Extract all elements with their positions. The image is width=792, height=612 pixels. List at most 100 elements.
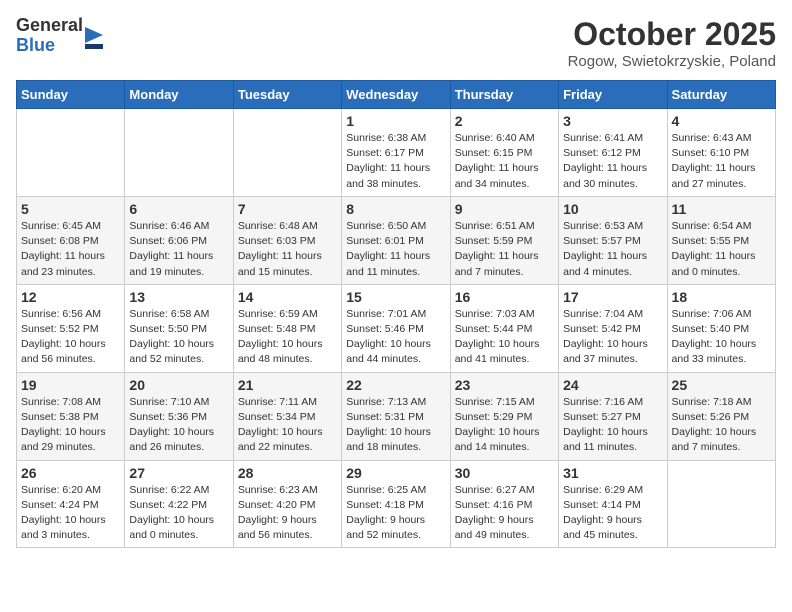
day-info: Sunrise: 6:40 AM Sunset: 6:15 PM Dayligh… xyxy=(455,131,554,192)
calendar-cell xyxy=(233,109,341,197)
day-number: 18 xyxy=(672,289,771,305)
calendar-week-5: 26 Sunrise: 6:20 AM Sunset: 4:24 PM Dayli… xyxy=(17,460,776,548)
day-number: 16 xyxy=(455,289,554,305)
day-info: Sunrise: 6:29 AM Sunset: 4:14 PM Dayligh… xyxy=(563,483,662,544)
day-info: Sunrise: 7:08 AM Sunset: 5:38 PM Dayligh… xyxy=(21,395,120,456)
calendar-cell: 26 Sunrise: 6:20 AM Sunset: 4:24 PM Dayli… xyxy=(17,460,125,548)
day-info: Sunrise: 6:54 AM Sunset: 5:55 PM Dayligh… xyxy=(672,219,771,280)
calendar-cell: 1 Sunrise: 6:38 AM Sunset: 6:17 PM Daylig… xyxy=(342,109,450,197)
calendar-cell: 23Sunrise: 7:15 AM Sunset: 5:29 PM Dayli… xyxy=(450,372,558,460)
calendar-cell: 2 Sunrise: 6:40 AM Sunset: 6:15 PM Daylig… xyxy=(450,109,558,197)
calendar-week-3: 12Sunrise: 6:56 AM Sunset: 5:52 PM Dayli… xyxy=(17,284,776,372)
weekday-header-tuesday: Tuesday xyxy=(233,81,341,109)
day-number: 31 xyxy=(563,465,662,481)
day-info: Sunrise: 6:20 AM Sunset: 4:24 PM Dayligh… xyxy=(21,483,120,544)
day-number: 14 xyxy=(238,289,337,305)
calendar-cell xyxy=(667,460,775,548)
day-number: 9 xyxy=(455,201,554,217)
day-number: 25 xyxy=(672,377,771,393)
calendar-cell: 3 Sunrise: 6:41 AM Sunset: 6:12 PM Daylig… xyxy=(559,109,667,197)
day-info: Sunrise: 6:41 AM Sunset: 6:12 PM Dayligh… xyxy=(563,131,662,192)
day-number: 8 xyxy=(346,201,445,217)
day-number: 29 xyxy=(346,465,445,481)
calendar-cell: 6 Sunrise: 6:46 AM Sunset: 6:06 PM Daylig… xyxy=(125,196,233,284)
day-number: 13 xyxy=(129,289,228,305)
day-info: Sunrise: 6:27 AM Sunset: 4:16 PM Dayligh… xyxy=(455,483,554,544)
day-number: 2 xyxy=(455,113,554,129)
day-number: 6 xyxy=(129,201,228,217)
day-info: Sunrise: 7:03 AM Sunset: 5:44 PM Dayligh… xyxy=(455,307,554,368)
day-number: 5 xyxy=(21,201,120,217)
page-title: October 2025 xyxy=(568,16,776,53)
calendar-cell: 16 Sunrise: 7:03 AM Sunset: 5:44 PM Dayli… xyxy=(450,284,558,372)
logo-text: General Blue xyxy=(16,16,83,56)
calendar-cell: 27 Sunrise: 6:22 AM Sunset: 4:22 PM Dayli… xyxy=(125,460,233,548)
weekday-header-sunday: Sunday xyxy=(17,81,125,109)
day-number: 10 xyxy=(563,201,662,217)
day-number: 20 xyxy=(129,377,228,393)
day-number: 11 xyxy=(672,201,771,217)
weekday-header-saturday: Saturday xyxy=(667,81,775,109)
day-info: Sunrise: 7:01 AM Sunset: 5:46 PM Dayligh… xyxy=(346,307,445,368)
calendar-cell: 30 Sunrise: 6:27 AM Sunset: 4:16 PM Dayli… xyxy=(450,460,558,548)
day-info: Sunrise: 6:53 AM Sunset: 5:57 PM Dayligh… xyxy=(563,219,662,280)
day-number: 22 xyxy=(346,377,445,393)
day-info: Sunrise: 7:18 AM Sunset: 5:26 PM Dayligh… xyxy=(672,395,771,456)
day-number: 1 xyxy=(346,113,445,129)
calendar-cell: 21 Sunrise: 7:11 AM Sunset: 5:34 PM Dayli… xyxy=(233,372,341,460)
day-number: 3 xyxy=(563,113,662,129)
day-info: Sunrise: 6:45 AM Sunset: 6:08 PM Dayligh… xyxy=(21,219,120,280)
calendar-cell: 7Sunrise: 6:48 AM Sunset: 6:03 PM Daylig… xyxy=(233,196,341,284)
calendar-week-2: 5 Sunrise: 6:45 AM Sunset: 6:08 PM Daylig… xyxy=(17,196,776,284)
calendar-cell: 5 Sunrise: 6:45 AM Sunset: 6:08 PM Daylig… xyxy=(17,196,125,284)
calendar-cell: 29Sunrise: 6:25 AM Sunset: 4:18 PM Dayli… xyxy=(342,460,450,548)
title-block: October 2025 Rogow, Swietokrzyskie, Pola… xyxy=(568,16,776,70)
calendar-cell: 19 Sunrise: 7:08 AM Sunset: 5:38 PM Dayli… xyxy=(17,372,125,460)
calendar-cell: 12Sunrise: 6:56 AM Sunset: 5:52 PM Dayli… xyxy=(17,284,125,372)
calendar-body: 1 Sunrise: 6:38 AM Sunset: 6:17 PM Daylig… xyxy=(17,109,776,548)
calendar-cell xyxy=(125,109,233,197)
weekday-header-thursday: Thursday xyxy=(450,81,558,109)
weekday-header-friday: Friday xyxy=(559,81,667,109)
day-info: Sunrise: 6:46 AM Sunset: 6:06 PM Dayligh… xyxy=(129,219,228,280)
page-subtitle: Rogow, Swietokrzyskie, Poland xyxy=(568,53,776,70)
day-number: 19 xyxy=(21,377,120,393)
calendar-cell: 18 Sunrise: 7:06 AM Sunset: 5:40 PM Dayli… xyxy=(667,284,775,372)
day-number: 26 xyxy=(21,465,120,481)
day-info: Sunrise: 6:38 AM Sunset: 6:17 PM Dayligh… xyxy=(346,131,445,192)
calendar-cell: 24 Sunrise: 7:16 AM Sunset: 5:27 PM Dayli… xyxy=(559,372,667,460)
day-info: Sunrise: 6:23 AM Sunset: 4:20 PM Dayligh… xyxy=(238,483,337,544)
calendar-cell: 14 Sunrise: 6:59 AM Sunset: 5:48 PM Dayli… xyxy=(233,284,341,372)
calendar-cell: 17 Sunrise: 7:04 AM Sunset: 5:42 PM Dayli… xyxy=(559,284,667,372)
day-info: Sunrise: 7:15 AM Sunset: 5:29 PM Dayligh… xyxy=(455,395,554,456)
day-number: 24 xyxy=(563,377,662,393)
calendar-cell: 4Sunrise: 6:43 AM Sunset: 6:10 PM Daylig… xyxy=(667,109,775,197)
day-info: Sunrise: 7:11 AM Sunset: 5:34 PM Dayligh… xyxy=(238,395,337,456)
logo-blue: Blue xyxy=(16,36,83,56)
page-header: General Blue October 2025 Rogow, Swietok… xyxy=(16,16,776,70)
day-number: 17 xyxy=(563,289,662,305)
logo: General Blue xyxy=(16,16,103,56)
day-number: 21 xyxy=(238,377,337,393)
day-info: Sunrise: 6:43 AM Sunset: 6:10 PM Dayligh… xyxy=(672,131,771,192)
day-info: Sunrise: 7:06 AM Sunset: 5:40 PM Dayligh… xyxy=(672,307,771,368)
weekday-header-monday: Monday xyxy=(125,81,233,109)
day-info: Sunrise: 7:16 AM Sunset: 5:27 PM Dayligh… xyxy=(563,395,662,456)
day-info: Sunrise: 6:22 AM Sunset: 4:22 PM Dayligh… xyxy=(129,483,228,544)
day-info: Sunrise: 7:10 AM Sunset: 5:36 PM Dayligh… xyxy=(129,395,228,456)
logo-icon xyxy=(85,27,103,49)
day-number: 7 xyxy=(238,201,337,217)
calendar-cell: 28Sunrise: 6:23 AM Sunset: 4:20 PM Dayli… xyxy=(233,460,341,548)
day-number: 27 xyxy=(129,465,228,481)
day-number: 30 xyxy=(455,465,554,481)
calendar-week-1: 1 Sunrise: 6:38 AM Sunset: 6:17 PM Daylig… xyxy=(17,109,776,197)
calendar-cell: 10 Sunrise: 6:53 AM Sunset: 5:57 PM Dayli… xyxy=(559,196,667,284)
day-info: Sunrise: 6:58 AM Sunset: 5:50 PM Dayligh… xyxy=(129,307,228,368)
logo-general: General xyxy=(16,16,83,36)
day-info: Sunrise: 7:04 AM Sunset: 5:42 PM Dayligh… xyxy=(563,307,662,368)
calendar-cell: 15Sunrise: 7:01 AM Sunset: 5:46 PM Dayli… xyxy=(342,284,450,372)
day-info: Sunrise: 6:50 AM Sunset: 6:01 PM Dayligh… xyxy=(346,219,445,280)
weekday-header-wednesday: Wednesday xyxy=(342,81,450,109)
day-info: Sunrise: 6:59 AM Sunset: 5:48 PM Dayligh… xyxy=(238,307,337,368)
day-info: Sunrise: 7:13 AM Sunset: 5:31 PM Dayligh… xyxy=(346,395,445,456)
